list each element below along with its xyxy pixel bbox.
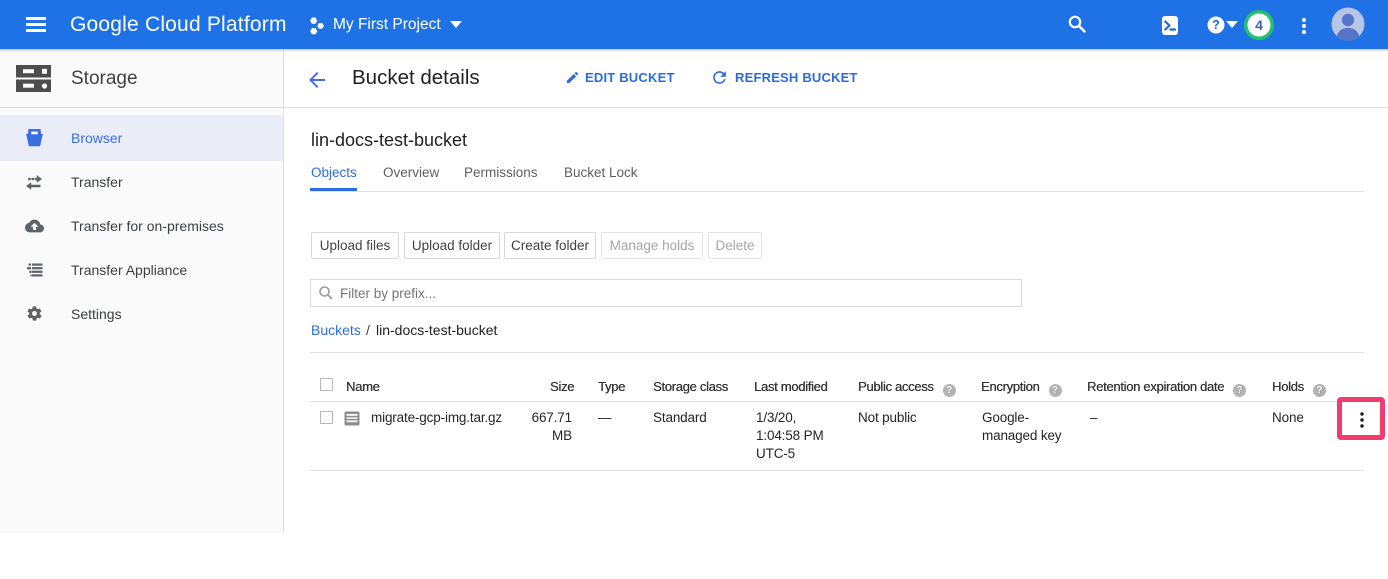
svg-text:?: ? [1212, 18, 1220, 32]
svg-text:4: 4 [1255, 17, 1263, 33]
